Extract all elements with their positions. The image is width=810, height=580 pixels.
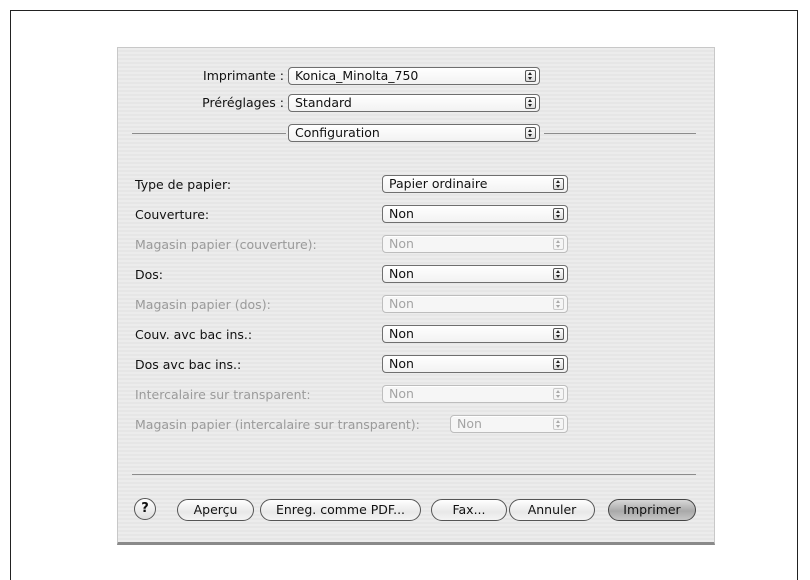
- updown-arrows-icon: [553, 238, 564, 250]
- updown-arrows-icon: [553, 208, 564, 220]
- option-value: Non: [389, 356, 414, 371]
- option-label: Couv. avc bac ins.:: [135, 327, 253, 342]
- preview-button[interactable]: Aperçu: [177, 499, 254, 521]
- presets-label: Préréglages :: [202, 95, 284, 110]
- option-label: Intercalaire sur transparent:: [135, 387, 311, 402]
- option-value: Non: [389, 206, 414, 221]
- option-label: Couverture:: [135, 207, 210, 222]
- option-value: Non: [389, 266, 414, 281]
- print-button[interactable]: Imprimer: [608, 499, 696, 521]
- presets-select-value: Standard: [295, 95, 352, 110]
- option-label: Dos avc bac ins.:: [135, 357, 242, 372]
- cover-select[interactable]: Non: [382, 205, 568, 223]
- panel-divider-right: [544, 133, 696, 134]
- option-label: Type de papier:: [135, 177, 232, 192]
- paper-type-select[interactable]: Papier ordinaire: [382, 175, 568, 193]
- back-tray-select: Non: [382, 295, 568, 313]
- option-value: Non: [389, 236, 414, 251]
- back-insert-tray-select[interactable]: Non: [382, 355, 568, 373]
- printer-select-value: Konica_Minolta_750: [295, 68, 419, 83]
- updown-arrows-icon: [525, 97, 536, 109]
- updown-arrows-icon: [553, 298, 564, 310]
- updown-arrows-icon: [525, 70, 536, 82]
- option-value: Non: [389, 326, 414, 341]
- help-button[interactable]: ?: [134, 498, 156, 520]
- updown-arrows-icon: [553, 328, 564, 340]
- save-as-pdf-button[interactable]: Enreg. comme PDF...: [260, 499, 421, 521]
- print-dialog: Imprimante : Konica_Minolta_750 Prérégla…: [117, 47, 715, 545]
- panel-select[interactable]: Configuration: [288, 124, 540, 142]
- option-label: Magasin papier (intercalaire sur transpa…: [135, 417, 420, 432]
- printer-select[interactable]: Konica_Minolta_750: [288, 67, 540, 85]
- printer-label: Imprimante :: [203, 68, 284, 83]
- updown-arrows-icon: [553, 358, 564, 370]
- cover-insert-tray-select[interactable]: Non: [382, 325, 568, 343]
- cover-tray-select: Non: [382, 235, 568, 253]
- panel-select-value: Configuration: [295, 125, 380, 140]
- option-value: Papier ordinaire: [389, 176, 488, 191]
- fax-button[interactable]: Fax...: [431, 499, 507, 521]
- option-label: Dos:: [135, 267, 163, 282]
- presets-select[interactable]: Standard: [288, 94, 540, 112]
- transparency-interleave-tray-select: Non: [450, 415, 568, 433]
- updown-arrows-icon: [525, 127, 536, 139]
- cancel-button[interactable]: Annuler: [509, 499, 595, 521]
- updown-arrows-icon: [553, 268, 564, 280]
- back-select[interactable]: Non: [382, 265, 568, 283]
- updown-arrows-icon: [553, 178, 564, 190]
- transparency-interleave-select: Non: [382, 385, 568, 403]
- footer-divider: [132, 474, 696, 475]
- updown-arrows-icon: [553, 418, 564, 430]
- panel-divider-left: [132, 133, 286, 134]
- option-value: Non: [389, 386, 414, 401]
- option-value: Non: [457, 416, 482, 431]
- updown-arrows-icon: [553, 388, 564, 400]
- option-label: Magasin papier (dos):: [135, 297, 271, 312]
- option-value: Non: [389, 296, 414, 311]
- option-label: Magasin papier (couverture):: [135, 237, 317, 252]
